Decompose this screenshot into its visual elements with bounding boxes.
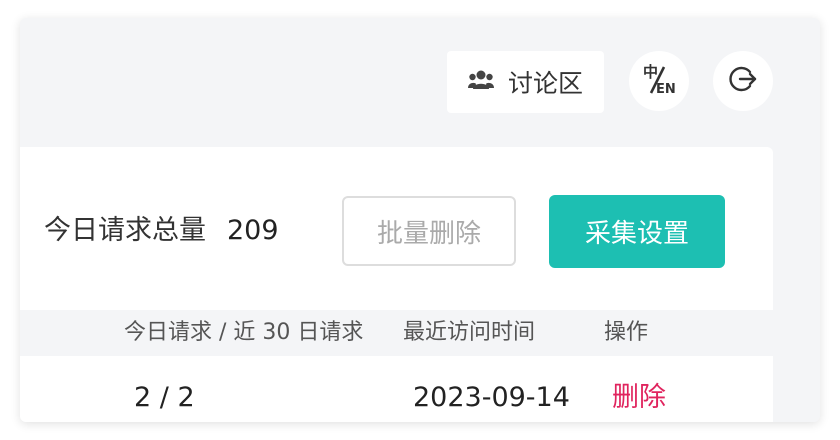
collect-settings-button[interactable]: 采集设置 — [549, 195, 725, 268]
language-toggle-button[interactable]: 中 EN — [629, 51, 689, 111]
logout-icon — [728, 64, 758, 98]
users-icon — [467, 69, 494, 95]
logout-button[interactable] — [713, 51, 773, 111]
forum-label: 讨论区 — [507, 69, 583, 98]
column-header-requests: 今日请求 / 近 30 日请求 — [124, 320, 364, 345]
translate-zh-en-icon: 中 EN — [641, 61, 677, 101]
app-window: 讨论区 中 EN 今日请求总量 209 批量删除 采集设置 今日请求 / 近 3… — [20, 18, 820, 422]
column-header-last-visit: 最近访问时间 — [403, 320, 536, 345]
forum-button[interactable]: 讨论区 — [447, 51, 604, 113]
lang-glyph-zh: 中 — [643, 63, 658, 81]
lang-glyph-en: EN — [656, 82, 676, 97]
cell-last-visit: 2023-09-14 — [413, 382, 570, 413]
delete-link[interactable]: 删除 — [612, 381, 666, 415]
total-requests-value: 209 — [227, 215, 279, 246]
column-header-actions: 操作 — [604, 320, 649, 345]
total-requests-label: 今日请求总量 — [44, 215, 206, 246]
batch-delete-button[interactable]: 批量删除 — [342, 196, 516, 266]
cell-requests: 2 / 2 — [134, 382, 195, 413]
table-header: 今日请求 / 近 30 日请求 最近访问时间 操作 — [20, 310, 773, 356]
